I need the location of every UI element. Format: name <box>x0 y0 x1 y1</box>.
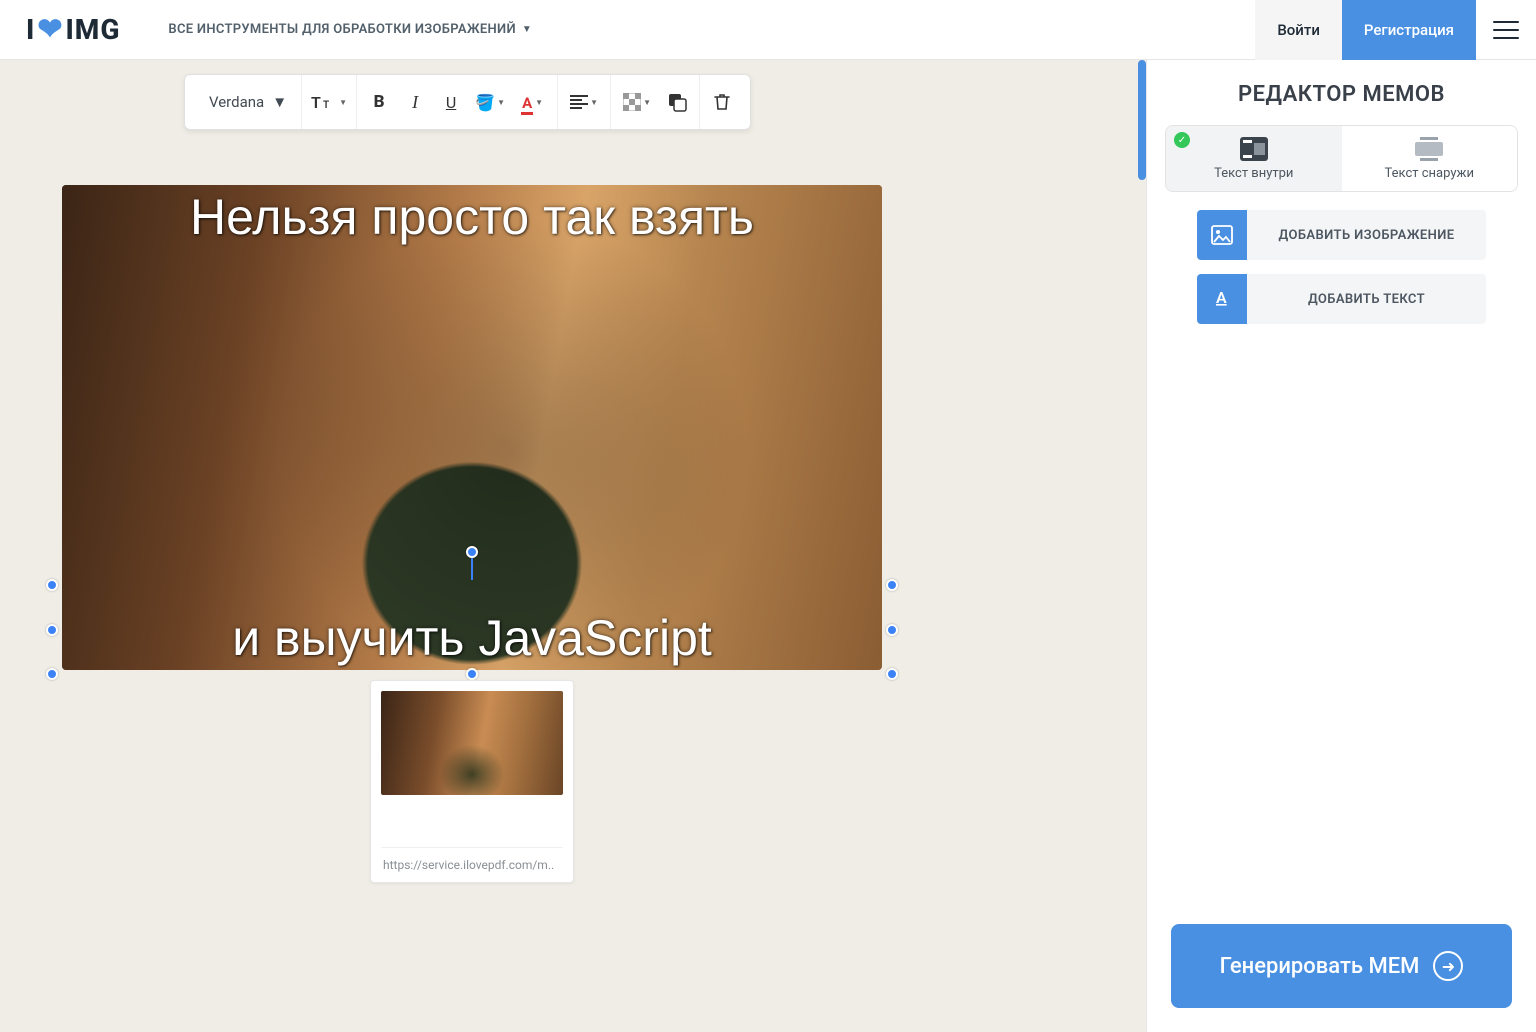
resize-handle-tl[interactable] <box>46 579 58 591</box>
all-tools-dropdown[interactable]: ВСЕ ИНСТРУМЕНТЫ ДЛЯ ОБРАБОТКИ ИЗОБРАЖЕНИ… <box>168 22 532 37</box>
thumbnail-url: https://service.ilovepdf.com/m.. <box>381 847 563 882</box>
register-button[interactable]: Регистрация <box>1342 0 1476 60</box>
resize-handle-br[interactable] <box>886 668 898 680</box>
svg-text:A: A <box>1216 288 1227 307</box>
source-thumbnail-card[interactable]: https://service.ilovepdf.com/m.. <box>370 680 574 883</box>
align-left-icon <box>570 95 588 109</box>
resize-handle-ml[interactable] <box>46 624 58 636</box>
font-size-icon: TT <box>311 92 337 112</box>
svg-text:T: T <box>311 93 321 112</box>
rotation-handle[interactable] <box>466 546 478 558</box>
generate-label: Генерировать МЕМ <box>1220 954 1420 979</box>
text-color-button[interactable]: A▼ <box>511 80 553 124</box>
logo[interactable]: I ❤ IMG <box>26 12 120 47</box>
image-icon <box>1197 210 1247 260</box>
meme-top-text[interactable]: Нельзя просто так взять <box>62 191 882 244</box>
font-family-select[interactable]: Verdana ▼ <box>195 93 297 111</box>
chevron-down-icon: ▼ <box>339 98 347 107</box>
trash-icon <box>714 93 730 111</box>
chevron-down-icon: ▼ <box>590 98 598 107</box>
all-tools-label: ВСЕ ИНСТРУМЕНТЫ ДЛЯ ОБРАБОТКИ ИЗОБРАЖЕНИ… <box>168 22 515 37</box>
text-inside-icon <box>1239 136 1269 162</box>
tab-text-inside[interactable]: ✓ Текст внутри <box>1166 126 1342 191</box>
delete-button[interactable] <box>704 80 740 124</box>
align-button[interactable]: ▼ <box>562 80 606 124</box>
underline-button[interactable]: U <box>433 80 469 124</box>
chevron-down-icon: ▼ <box>272 93 287 111</box>
generate-meme-button[interactable]: Генерировать МЕМ ➜ <box>1171 924 1512 1008</box>
meme-bottom-text[interactable]: и выучить JavaScript <box>62 612 882 665</box>
resize-handle-mr[interactable] <box>886 624 898 636</box>
chevron-down-icon: ▼ <box>643 98 651 107</box>
svg-text:T: T <box>323 100 329 111</box>
font-family-label: Verdana <box>209 93 264 111</box>
add-image-button[interactable]: ДОБАВИТЬ ИЗОБРАЖЕНИЕ <box>1197 210 1486 260</box>
app-header: I ❤ IMG ВСЕ ИНСТРУМЕНТЫ ДЛЯ ОБРАБОТКИ ИЗ… <box>0 0 1536 60</box>
send-to-back-icon <box>667 92 687 112</box>
layer-order-button[interactable] <box>659 80 695 124</box>
text-toolbar: Verdana ▼ TT ▼ B I U 🪣▼ A▼ <box>184 74 751 130</box>
resize-handle-bl[interactable] <box>46 668 58 680</box>
add-image-label: ДОБАВИТЬ ИЗОБРАЖЕНИЕ <box>1247 228 1486 243</box>
text-outside-icon <box>1414 136 1444 162</box>
check-icon: ✓ <box>1174 132 1190 148</box>
canvas-scrollbar[interactable] <box>1138 60 1146 1032</box>
resize-handle-tr[interactable] <box>886 579 898 591</box>
meme-canvas[interactable]: Нельзя просто так взять и выучить JavaSc… <box>62 185 882 670</box>
font-size-button[interactable]: TT ▼ <box>306 80 352 124</box>
logo-text-left: I <box>26 13 35 46</box>
logo-text-right: IMG <box>65 13 120 46</box>
text-mode-tabs: ✓ Текст внутри Текст снаружи <box>1165 125 1518 192</box>
tab-text-inside-label: Текст внутри <box>1166 166 1342 181</box>
hamburger-icon <box>1493 21 1519 39</box>
caret-down-icon: ▼ <box>522 24 532 35</box>
meme-background-image <box>62 185 882 670</box>
arrow-right-circle-icon: ➜ <box>1433 951 1463 981</box>
resize-handle-bm[interactable] <box>466 668 478 680</box>
add-text-label: ДОБАВИТЬ ТЕКСТ <box>1247 292 1486 307</box>
fill-color-button[interactable]: 🪣▼ <box>469 80 511 124</box>
login-button[interactable]: Войти <box>1255 0 1342 60</box>
tab-text-outside-label: Текст снаружи <box>1342 166 1518 181</box>
checker-icon <box>623 93 641 111</box>
register-label: Регистрация <box>1364 21 1454 39</box>
text-icon: A <box>1197 274 1247 324</box>
editor-sidebar: РЕДАКТОР МЕМОВ ✓ Текст внутри Текст снар… <box>1146 60 1536 1032</box>
bold-icon: B <box>374 92 385 112</box>
tab-text-outside[interactable]: Текст снаружи <box>1342 126 1518 191</box>
chevron-down-icon: ▼ <box>535 98 543 107</box>
scrollbar-thumb[interactable] <box>1138 60 1146 180</box>
thumbnail-image <box>381 691 563 795</box>
add-text-button[interactable]: A ДОБАВИТЬ ТЕКСТ <box>1197 274 1486 324</box>
underline-icon: U <box>446 93 456 112</box>
opacity-button[interactable]: ▼ <box>615 80 659 124</box>
menu-button[interactable] <box>1476 21 1536 39</box>
canvas-area: Verdana ▼ TT ▼ B I U 🪣▼ A▼ <box>0 60 1146 1032</box>
italic-icon: I <box>412 92 418 113</box>
paint-bucket-icon: 🪣 <box>475 93 495 112</box>
chevron-down-icon: ▼ <box>497 98 505 107</box>
italic-button[interactable]: I <box>397 80 433 124</box>
sidebar-title: РЕДАКТОР МЕМОВ <box>1147 60 1536 125</box>
login-label: Войти <box>1277 21 1320 39</box>
bold-button[interactable]: B <box>361 80 397 124</box>
text-color-icon: A <box>521 93 533 112</box>
heart-icon: ❤ <box>37 12 63 47</box>
